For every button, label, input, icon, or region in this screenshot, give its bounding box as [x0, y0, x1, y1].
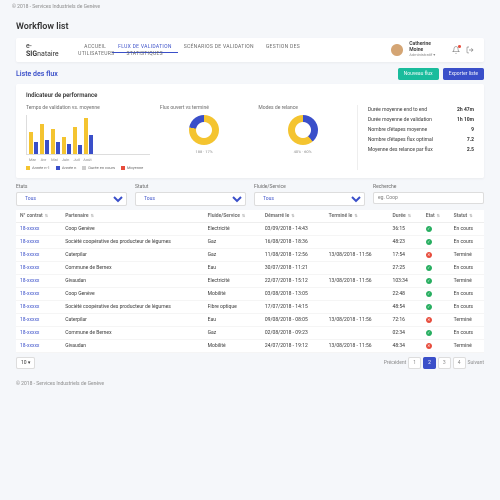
page-2[interactable]: 2 [423, 357, 436, 369]
pagination: 10 ▾ Précédent1234Suivant [16, 357, 484, 369]
kpi-item: Nombre d'étapes moyenne9 [368, 125, 474, 135]
table-row[interactable]: 18-xxxxxGivaudanElectricité22/07/2018 - … [16, 275, 484, 288]
section-title: Liste des flux [16, 70, 58, 78]
logout-icon[interactable] [466, 46, 474, 54]
bar [89, 135, 93, 154]
table-row[interactable]: 18-xxxxxSociété coopérative des producte… [16, 236, 484, 249]
bar [34, 142, 38, 155]
kpi-item: Durée moyenne end to end2h 47m [368, 105, 474, 115]
filters-row: Etats Tous Statut Tous Fluide/Service To… [16, 184, 484, 206]
state-icon: ✓ [422, 275, 450, 288]
column-header[interactable]: Etat⇅ [422, 210, 450, 223]
table-row[interactable]: 18-xxxxxCaterpilarEau09/08/2018 - 08:051… [16, 314, 484, 327]
state-icon: ✓ [422, 262, 450, 275]
page-4[interactable]: 4 [453, 357, 466, 369]
bar [56, 142, 60, 155]
chart-relance-modes: Modes de relance 40% · 60% [258, 105, 346, 170]
bar [78, 145, 82, 154]
table-row[interactable]: 18-xxxxxSociété coopérative des producte… [16, 301, 484, 314]
column-header[interactable]: Statut⇅ [450, 210, 484, 223]
table-row[interactable]: 18-xxxxxCoop GenèveElectricité03/09/2018… [16, 223, 484, 236]
kpi-card-title: Indicateur de performance [26, 92, 474, 99]
chart-flux-open-vs-done: Flux ouvert vs terminé 188 · 17% [160, 105, 248, 170]
filter-statut-select[interactable]: Tous [135, 192, 246, 206]
nav-items: ACCUEILFLUX DE VALIDATIONSCÉNARIOS DE VA… [78, 43, 391, 57]
filter-etats: Etats Tous [16, 184, 127, 206]
contract-link[interactable]: 18-xxxxx [16, 275, 61, 288]
table-row[interactable]: 18-xxxxxGivaudanMobilité24/07/2018 - 19:… [16, 340, 484, 353]
bar [62, 137, 66, 155]
kpi-item: Durée moyenne de validation1h 10m [368, 115, 474, 125]
column-header[interactable]: Partenaire⇅ [61, 210, 203, 223]
notifications-icon[interactable] [452, 46, 460, 54]
footer-copyright: © 2018 - Services Industriels de Genève [0, 377, 500, 391]
page-3[interactable]: 3 [438, 357, 451, 369]
contract-link[interactable]: 18-xxxxx [16, 327, 61, 340]
export-list-button[interactable]: Exporter liste [443, 68, 484, 80]
filter-statut: Statut Tous [135, 184, 246, 206]
new-flow-button[interactable]: Nouveau flux [398, 68, 439, 80]
contract-link[interactable]: 18-xxxxx [16, 223, 61, 236]
table-row[interactable]: 18-xxxxxCommune de BernexEau30/07/2018 -… [16, 262, 484, 275]
contract-link[interactable]: 18-xxxxx [16, 340, 61, 353]
page-title: Workflow list [16, 22, 484, 32]
state-icon: ✓ [422, 301, 450, 314]
contract-link[interactable]: 18-xxxxx [16, 249, 61, 262]
bar [40, 124, 44, 154]
bar [51, 129, 55, 154]
state-icon: ✓ [422, 236, 450, 249]
bar [67, 144, 71, 154]
bar [45, 140, 49, 154]
column-header[interactable]: Démarré le⇅ [261, 210, 325, 223]
table-row[interactable]: 18-xxxxxCommune de BernexGaz02/08/2018 -… [16, 327, 484, 340]
filter-fluide: Fluide/Service Tous [254, 184, 365, 206]
kpi-list: Durée moyenne end to end2h 47mDurée moye… [357, 105, 474, 170]
kpi-item: Moyenne des relance par flux2.5 [368, 145, 474, 155]
bar [84, 118, 88, 154]
bar [29, 132, 33, 155]
page-1[interactable]: 1 [408, 357, 421, 369]
column-header[interactable]: Terminé le⇅ [325, 210, 389, 223]
avatar[interactable] [391, 44, 403, 56]
main-nav: e-SIGnataire ACCUEILFLUX DE VALIDATIONSC… [16, 38, 484, 62]
page-size-select[interactable]: 10 ▾ [16, 357, 35, 369]
filter-fluide-select[interactable]: Tous [254, 192, 365, 206]
chart-validation-time: Temps de validation vs. moyenne MarAvrMa… [26, 105, 150, 170]
kpi-card: Indicateur de performance Temps de valid… [16, 84, 484, 178]
next-page[interactable]: Suivant [468, 360, 484, 366]
brand-logo[interactable]: e-SIGnataire [26, 42, 64, 58]
contract-link[interactable]: 18-xxxxx [16, 314, 61, 327]
state-icon: ✓ [422, 223, 450, 236]
contract-link[interactable]: 18-xxxxx [16, 301, 61, 314]
table-row[interactable]: 18-xxxxxCoop GenèveMobilité03/08/2018 - … [16, 288, 484, 301]
column-header[interactable]: N° contrat⇅ [16, 210, 61, 223]
nav-item-4[interactable]: STATISTIQUES [120, 49, 168, 59]
search-input[interactable] [373, 192, 484, 204]
state-icon: ✕ [422, 340, 450, 353]
prev-page[interactable]: Précédent [384, 360, 407, 366]
state-icon: ✕ [422, 249, 450, 262]
state-icon: ✕ [422, 314, 450, 327]
state-icon: ✓ [422, 327, 450, 340]
contract-link[interactable]: 18-xxxxx [16, 288, 61, 301]
table-row[interactable]: 18-xxxxxCaterpilarGaz11/08/2018 - 12:561… [16, 249, 484, 262]
filter-recherche: Recherche [373, 184, 484, 206]
kpi-item: Nombre d'étapes flux optimal7.2 [368, 135, 474, 145]
contract-link[interactable]: 18-xxxxx [16, 262, 61, 275]
bar [73, 127, 77, 155]
column-header[interactable]: Durée⇅ [389, 210, 422, 223]
contract-link[interactable]: 18-xxxxx [16, 236, 61, 249]
column-header[interactable]: Fluide/Service⇅ [204, 210, 261, 223]
filter-etats-select[interactable]: Tous [16, 192, 127, 206]
user-info[interactable]: Catherine Moine Administratif ▾ [409, 42, 446, 57]
user-role: Administratif ▾ [409, 53, 446, 57]
nav-item-2[interactable]: SCÉNARIOS DE VALIDATION [178, 42, 260, 52]
state-icon: ✓ [422, 288, 450, 301]
workflow-table: N° contrat⇅Partenaire⇅Fluide/Service⇅Dém… [16, 210, 484, 353]
top-copyright: © 2018 - Services Industriels de Genève [0, 0, 500, 14]
